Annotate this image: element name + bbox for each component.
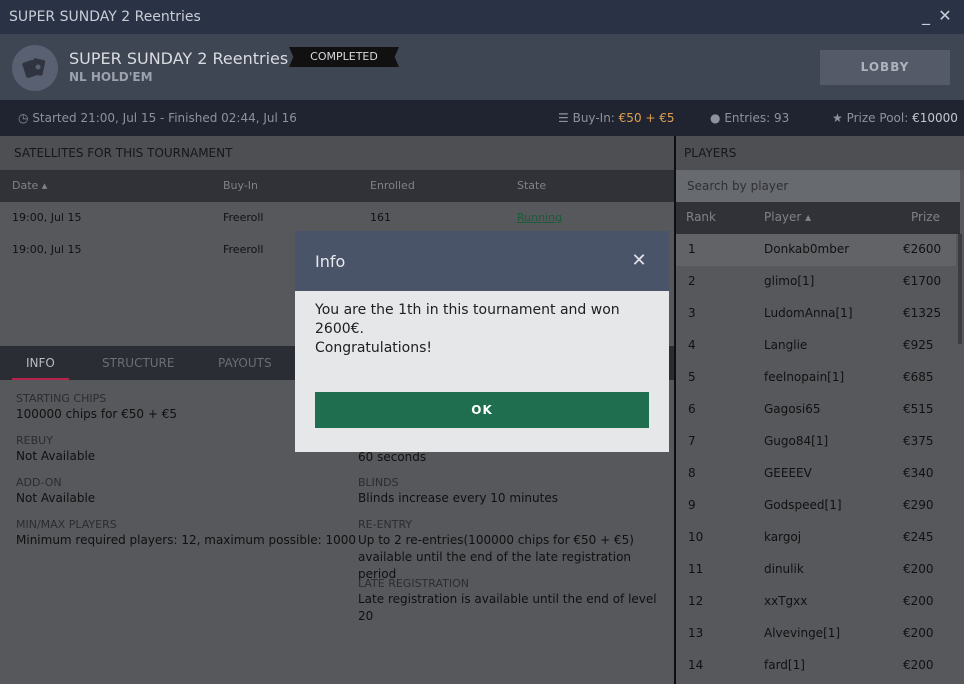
info-dialog: Info ✕ You are the 1th in this tournamen… <box>295 231 669 452</box>
dialog-line-1: You are the 1th in this tournament and w… <box>315 302 620 318</box>
dialog-line-3: Congratulations! <box>315 340 432 356</box>
dialog-title: Info <box>315 252 346 271</box>
dialog-close-icon[interactable]: ✕ <box>629 251 649 271</box>
tournament-window: SUPER SUNDAY 2 Reentries _ ✕ SUPER SUNDA… <box>0 0 964 684</box>
ok-button[interactable]: OK <box>315 392 649 428</box>
dialog-line-2: 2600€. <box>315 321 364 337</box>
dialog-message: You are the 1th in this tournament and w… <box>315 301 645 358</box>
dialog-header: Info ✕ <box>295 231 669 291</box>
